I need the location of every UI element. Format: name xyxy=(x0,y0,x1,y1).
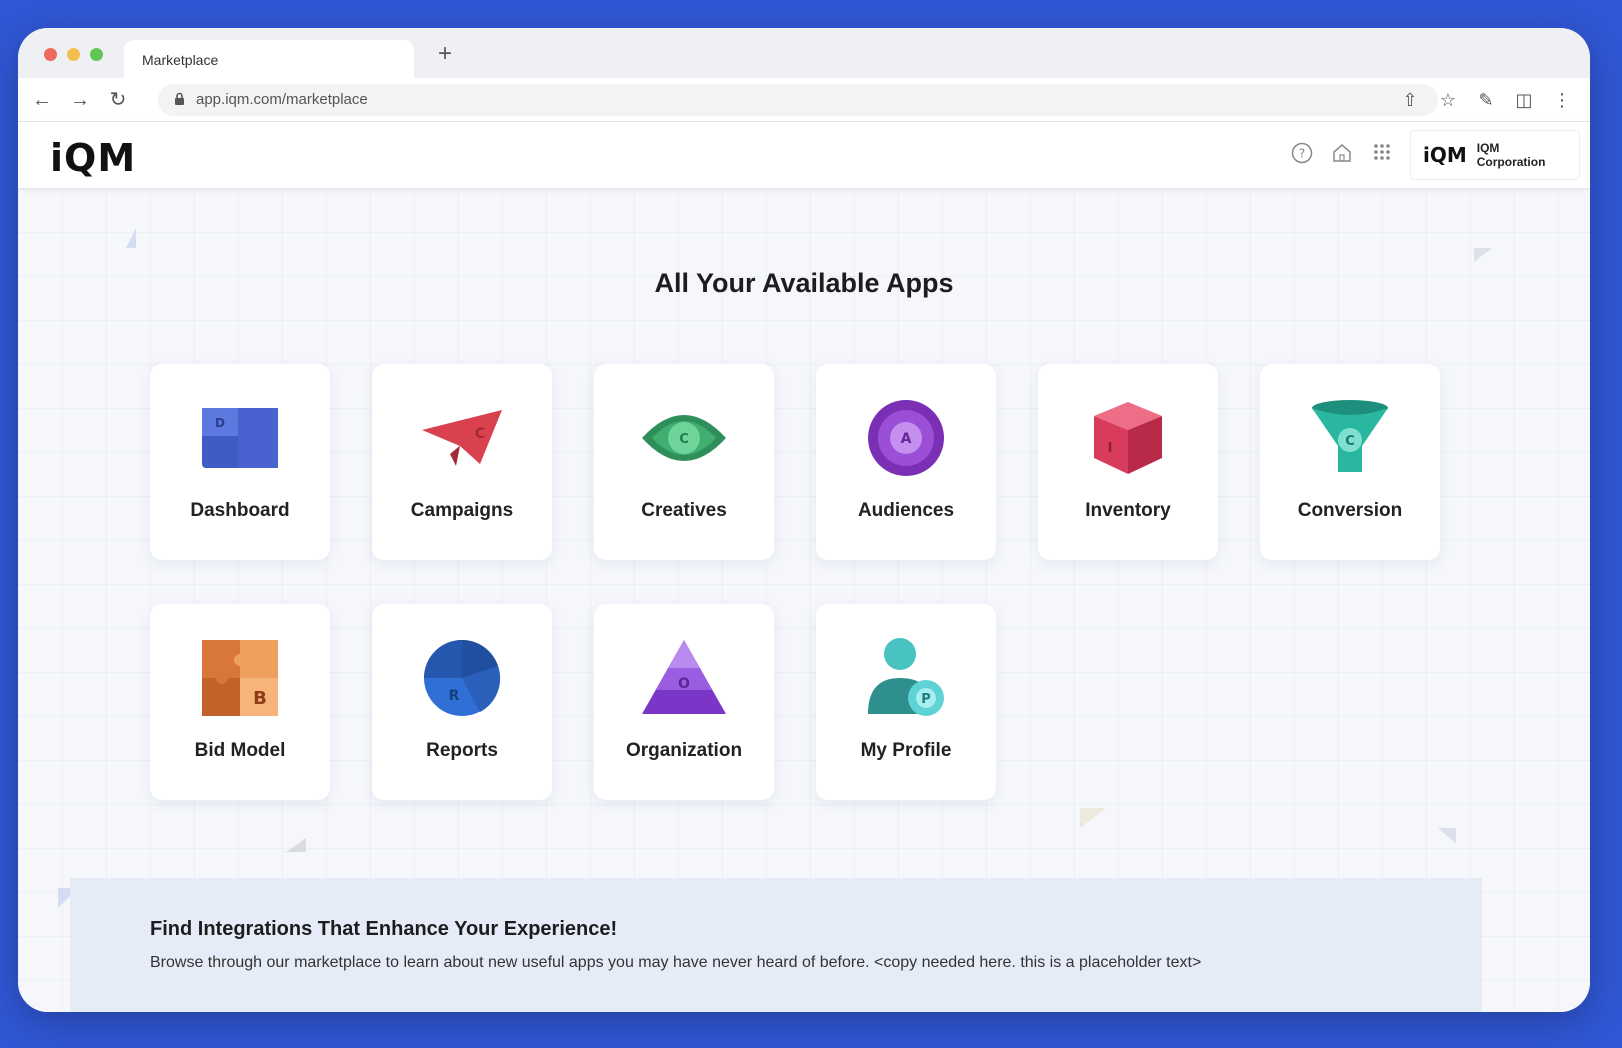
app-label: Organization xyxy=(625,740,743,761)
app-label: Inventory xyxy=(1085,500,1171,521)
svg-text:?: ? xyxy=(1299,147,1305,161)
lock-icon xyxy=(175,92,184,105)
app-label: Reports xyxy=(426,740,498,761)
app-label: Creatives xyxy=(641,500,727,521)
browser-window: Marketplace + ← → ↻ app.iqm.com/marketpl… xyxy=(18,28,1590,1012)
app-card-creatives[interactable]: C Creatives xyxy=(594,364,774,560)
forward-arrow-icon[interactable]: → xyxy=(66,86,94,114)
svg-text:C: C xyxy=(475,426,485,442)
app-label: Audiences xyxy=(857,500,955,521)
iqm-logo[interactable]: iQM xyxy=(50,136,136,180)
svg-text:C: C xyxy=(1345,434,1355,449)
page-title: All Your Available Apps xyxy=(654,268,954,298)
zoom-window-button[interactable] xyxy=(90,48,103,61)
app-label: Bid Model xyxy=(194,740,286,761)
app-card-reports[interactable]: R Reports xyxy=(372,604,552,800)
app-header: iQM ? iQM IQM Corporation xyxy=(18,122,1590,188)
svg-text:I: I xyxy=(1108,441,1113,456)
user-gear-icon: P xyxy=(868,638,944,716)
app-card-bid-model[interactable]: B Bid Model xyxy=(150,604,330,800)
pyramid-icon: O xyxy=(642,640,726,714)
help-icon[interactable]: ? xyxy=(1290,142,1314,166)
svg-text:R: R xyxy=(449,688,460,704)
decor-triangle xyxy=(1080,808,1106,828)
decor-triangle xyxy=(1438,828,1456,844)
reload-icon[interactable]: ↻ xyxy=(104,86,132,114)
address-bar[interactable]: app.iqm.com/marketplace xyxy=(158,84,1438,116)
app-label: Conversion xyxy=(1297,500,1403,521)
organization-switcher[interactable]: iQM IQM Corporation xyxy=(1410,130,1580,180)
funnel-icon: C xyxy=(1312,400,1388,472)
app-label: Campaigns xyxy=(410,500,514,521)
browser-toolbar: ← → ↻ app.iqm.com/marketplace ⇧ ☆ ✎ ◫ ⋮ xyxy=(18,78,1590,122)
minimize-window-button[interactable] xyxy=(67,48,80,61)
app-label: My Profile xyxy=(860,740,952,761)
svg-text:P: P xyxy=(921,692,931,707)
org-name: IQM Corporation xyxy=(1476,141,1546,169)
tab-strip: Marketplace + xyxy=(18,28,1590,78)
url-text: app.iqm.com/marketplace xyxy=(196,91,368,108)
cube-icon: I xyxy=(1094,402,1162,474)
dashboard-icon: D xyxy=(202,408,278,468)
app-card-dashboard[interactable]: D Dashboard xyxy=(150,364,330,560)
puzzle-icon: B xyxy=(202,640,278,716)
svg-text:A: A xyxy=(901,431,912,447)
back-arrow-icon[interactable]: ← xyxy=(28,86,56,114)
app-card-campaigns[interactable]: C Campaigns xyxy=(372,364,552,560)
sidebar-icon[interactable]: ◫ xyxy=(1512,86,1536,114)
svg-text:B: B xyxy=(253,688,267,709)
integrations-banner: Find Integrations That Enhance Your Expe… xyxy=(70,878,1482,1012)
org-logo: iQM xyxy=(1423,143,1467,167)
window-controls xyxy=(44,48,103,61)
more-icon[interactable]: ⋮ xyxy=(1550,86,1574,114)
app-card-conversion[interactable]: C Conversion xyxy=(1260,364,1440,560)
banner-title: Find Integrations That Enhance Your Expe… xyxy=(150,918,618,940)
home-icon[interactable] xyxy=(1330,142,1354,166)
marketplace-main: All Your Available Apps D Dashboard C Ca… xyxy=(18,188,1590,1012)
app-card-audiences[interactable]: A Audiences xyxy=(816,364,996,560)
tab-marketplace[interactable]: Marketplace xyxy=(124,40,414,78)
app-card-organization[interactable]: O Organization xyxy=(594,604,774,800)
svg-text:O: O xyxy=(678,676,690,692)
app-card-inventory[interactable]: I Inventory xyxy=(1038,364,1218,560)
apps-grid-icon[interactable] xyxy=(1370,142,1394,166)
pie-chart-icon: R xyxy=(424,640,501,716)
new-tab-button[interactable]: + xyxy=(438,42,452,66)
eye-icon: C xyxy=(642,415,726,461)
extensions-icon[interactable]: ✎ xyxy=(1474,86,1498,114)
close-window-button[interactable] xyxy=(44,48,57,61)
share-icon[interactable]: ⇧ xyxy=(1398,86,1422,114)
svg-text:D: D xyxy=(215,416,225,430)
app-card-my-profile[interactable]: P My Profile xyxy=(816,604,996,800)
star-icon[interactable]: ☆ xyxy=(1436,86,1460,114)
tab-title: Marketplace xyxy=(142,52,219,68)
paper-plane-icon: C xyxy=(422,410,502,466)
target-icon: A xyxy=(868,400,944,476)
decor-triangle xyxy=(1474,248,1492,262)
banner-text: Browse through our marketplace to learn … xyxy=(150,954,1202,971)
app-label: Dashboard xyxy=(190,500,290,521)
decor-triangle xyxy=(286,838,306,852)
decor-triangle xyxy=(126,228,136,248)
svg-text:C: C xyxy=(679,432,689,447)
